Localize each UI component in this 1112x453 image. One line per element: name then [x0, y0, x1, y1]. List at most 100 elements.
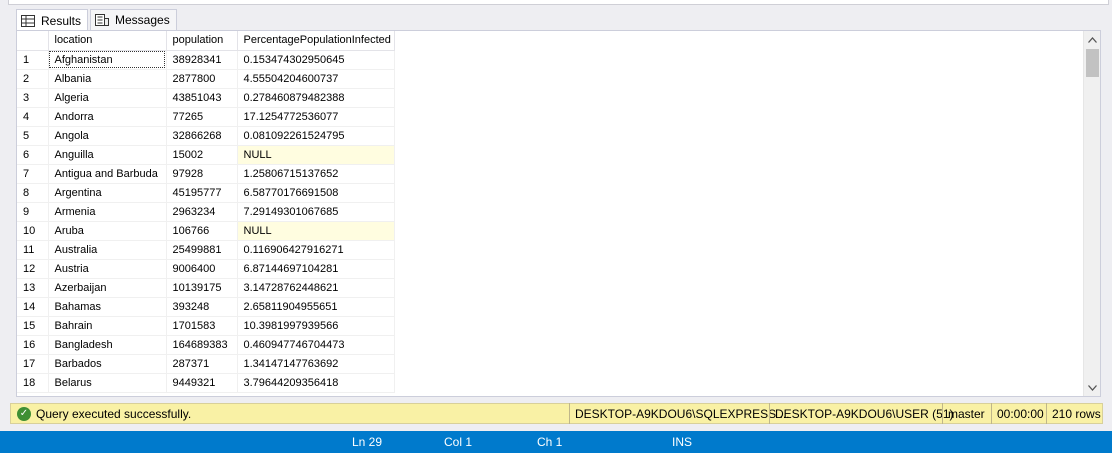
- location-cell[interactable]: Albania: [48, 69, 167, 89]
- population-cell[interactable]: 38928341: [166, 50, 238, 70]
- location-cell[interactable]: Afghanistan: [48, 50, 167, 70]
- row-number-cell[interactable]: 3: [17, 88, 49, 108]
- row-number-cell[interactable]: 4: [17, 107, 49, 127]
- location-cell[interactable]: Anguilla: [48, 145, 167, 165]
- percentage-cell[interactable]: NULL: [237, 221, 395, 241]
- population-cell[interactable]: 32866268: [166, 126, 238, 146]
- table-row[interactable]: 15 Bahrain 1701583 10.3981997939566: [17, 316, 395, 336]
- percentage-cell[interactable]: 2.65811904955651: [237, 297, 395, 317]
- percentage-cell[interactable]: 10.3981997939566: [237, 316, 395, 336]
- location-cell[interactable]: Algeria: [48, 88, 167, 108]
- percentage-cell[interactable]: 1.34147147763692: [237, 354, 395, 374]
- column-header-population[interactable]: population: [166, 31, 238, 51]
- row-number-cell[interactable]: 16: [17, 335, 49, 355]
- row-number-cell[interactable]: 2: [17, 69, 49, 89]
- population-cell[interactable]: 43851043: [166, 88, 238, 108]
- location-cell[interactable]: Australia: [48, 240, 167, 260]
- location-cell[interactable]: Belarus: [48, 373, 167, 393]
- location-cell[interactable]: Azerbaijan: [48, 278, 167, 298]
- population-cell[interactable]: 45195777: [166, 183, 238, 203]
- row-number-cell[interactable]: 18: [17, 373, 49, 393]
- percentage-cell[interactable]: 1.25806715137652: [237, 164, 395, 184]
- row-number-cell[interactable]: 17: [17, 354, 49, 374]
- percentage-cell[interactable]: NULL: [237, 145, 395, 165]
- row-number-cell[interactable]: 10: [17, 221, 49, 241]
- location-cell[interactable]: Aruba: [48, 221, 167, 241]
- population-cell[interactable]: 1701583: [166, 316, 238, 336]
- row-number-cell[interactable]: 5: [17, 126, 49, 146]
- table-row[interactable]: 13 Azerbaijan 10139175 3.14728762448621: [17, 278, 395, 298]
- population-cell[interactable]: 393248: [166, 297, 238, 317]
- table-row[interactable]: 16 Bangladesh 164689383 0.460947746704473: [17, 335, 395, 355]
- row-number-cell[interactable]: 11: [17, 240, 49, 260]
- table-row[interactable]: 6 Anguilla 15002 NULL: [17, 145, 395, 165]
- location-cell[interactable]: Argentina: [48, 183, 167, 203]
- location-cell[interactable]: Armenia: [48, 202, 167, 222]
- percentage-cell[interactable]: 4.55504204600737: [237, 69, 395, 89]
- row-number-cell[interactable]: 9: [17, 202, 49, 222]
- percentage-cell[interactable]: 0.460947746704473: [237, 335, 395, 355]
- row-number-cell[interactable]: 8: [17, 183, 49, 203]
- percentage-cell[interactable]: 3.14728762448621: [237, 278, 395, 298]
- table-row[interactable]: 17 Barbados 287371 1.34147147763692: [17, 354, 395, 374]
- location-cell[interactable]: Austria: [48, 259, 167, 279]
- row-number-cell[interactable]: 7: [17, 164, 49, 184]
- percentage-cell[interactable]: 0.153474302950645: [237, 50, 395, 70]
- row-number-cell[interactable]: 15: [17, 316, 49, 336]
- location-cell[interactable]: Bangladesh: [48, 335, 167, 355]
- table-row[interactable]: 7 Antigua and Barbuda 97928 1.2580671513765…: [17, 164, 395, 184]
- scroll-up-icon[interactable]: [1084, 31, 1101, 48]
- column-header-location[interactable]: location: [48, 31, 167, 51]
- row-number-cell[interactable]: 12: [17, 259, 49, 279]
- row-number-cell[interactable]: 1: [17, 50, 49, 70]
- row-number-header[interactable]: [17, 31, 49, 51]
- table-row[interactable]: 11 Australia 25499881 0.116906427916271: [17, 240, 395, 260]
- population-cell[interactable]: 15002: [166, 145, 238, 165]
- percentage-cell[interactable]: 17.1254772536077: [237, 107, 395, 127]
- column-header-percentage[interactable]: PercentagePopulationInfected: [237, 31, 395, 51]
- table-row[interactable]: 18 Belarus 9449321 3.79644209356418: [17, 373, 395, 393]
- population-cell[interactable]: 97928: [166, 164, 238, 184]
- percentage-cell[interactable]: 0.081092261524795: [237, 126, 395, 146]
- location-cell[interactable]: Andorra: [48, 107, 167, 127]
- table-row[interactable]: 12 Austria 9006400 6.87144697104281: [17, 259, 395, 279]
- results-grid[interactable]: location population PercentagePopulation…: [16, 30, 1101, 397]
- row-number-cell[interactable]: 13: [17, 278, 49, 298]
- population-cell[interactable]: 164689383: [166, 335, 238, 355]
- location-cell[interactable]: Antigua and Barbuda: [48, 164, 167, 184]
- population-cell[interactable]: 10139175: [166, 278, 238, 298]
- population-cell[interactable]: 287371: [166, 354, 238, 374]
- population-cell[interactable]: 106766: [166, 221, 238, 241]
- population-cell[interactable]: 2877800: [166, 69, 238, 89]
- table-row[interactable]: 1 Afghanistan 38928341 0.153474302950645: [17, 50, 395, 70]
- table-row[interactable]: 8 Argentina 45195777 6.58770176691508: [17, 183, 395, 203]
- row-number-cell[interactable]: 6: [17, 145, 49, 165]
- vertical-scrollbar[interactable]: [1083, 31, 1100, 396]
- table-row[interactable]: 3 Algeria 43851043 0.278460879482388: [17, 88, 395, 108]
- percentage-cell[interactable]: 6.58770176691508: [237, 183, 395, 203]
- location-cell[interactable]: Angola: [48, 126, 167, 146]
- percentage-cell[interactable]: 3.79644209356418: [237, 373, 395, 393]
- population-cell[interactable]: 77265: [166, 107, 238, 127]
- tab-messages[interactable]: Messages: [90, 9, 177, 30]
- population-cell[interactable]: 2963234: [166, 202, 238, 222]
- table-row[interactable]: 9 Armenia 2963234 7.29149301067685: [17, 202, 395, 222]
- row-number-cell[interactable]: 14: [17, 297, 49, 317]
- table-row[interactable]: 14 Bahamas 393248 2.65811904955651: [17, 297, 395, 317]
- location-cell[interactable]: Bahamas: [48, 297, 167, 317]
- percentage-cell[interactable]: 0.278460879482388: [237, 88, 395, 108]
- table-row[interactable]: 10 Aruba 106766 NULL: [17, 221, 395, 241]
- table-row[interactable]: 4 Andorra 77265 17.1254772536077: [17, 107, 395, 127]
- percentage-cell[interactable]: 7.29149301067685: [237, 202, 395, 222]
- percentage-cell[interactable]: 0.116906427916271: [237, 240, 395, 260]
- population-cell[interactable]: 9006400: [166, 259, 238, 279]
- percentage-cell[interactable]: 6.87144697104281: [237, 259, 395, 279]
- table-row[interactable]: 2 Albania 2877800 4.55504204600737: [17, 69, 395, 89]
- population-cell[interactable]: 9449321: [166, 373, 238, 393]
- scroll-thumb[interactable]: [1086, 49, 1099, 77]
- population-cell[interactable]: 25499881: [166, 240, 238, 260]
- location-cell[interactable]: Barbados: [48, 354, 167, 374]
- tab-results[interactable]: Results: [16, 9, 89, 31]
- table-row[interactable]: 5 Angola 32866268 0.081092261524795: [17, 126, 395, 146]
- scroll-down-icon[interactable]: [1084, 379, 1101, 396]
